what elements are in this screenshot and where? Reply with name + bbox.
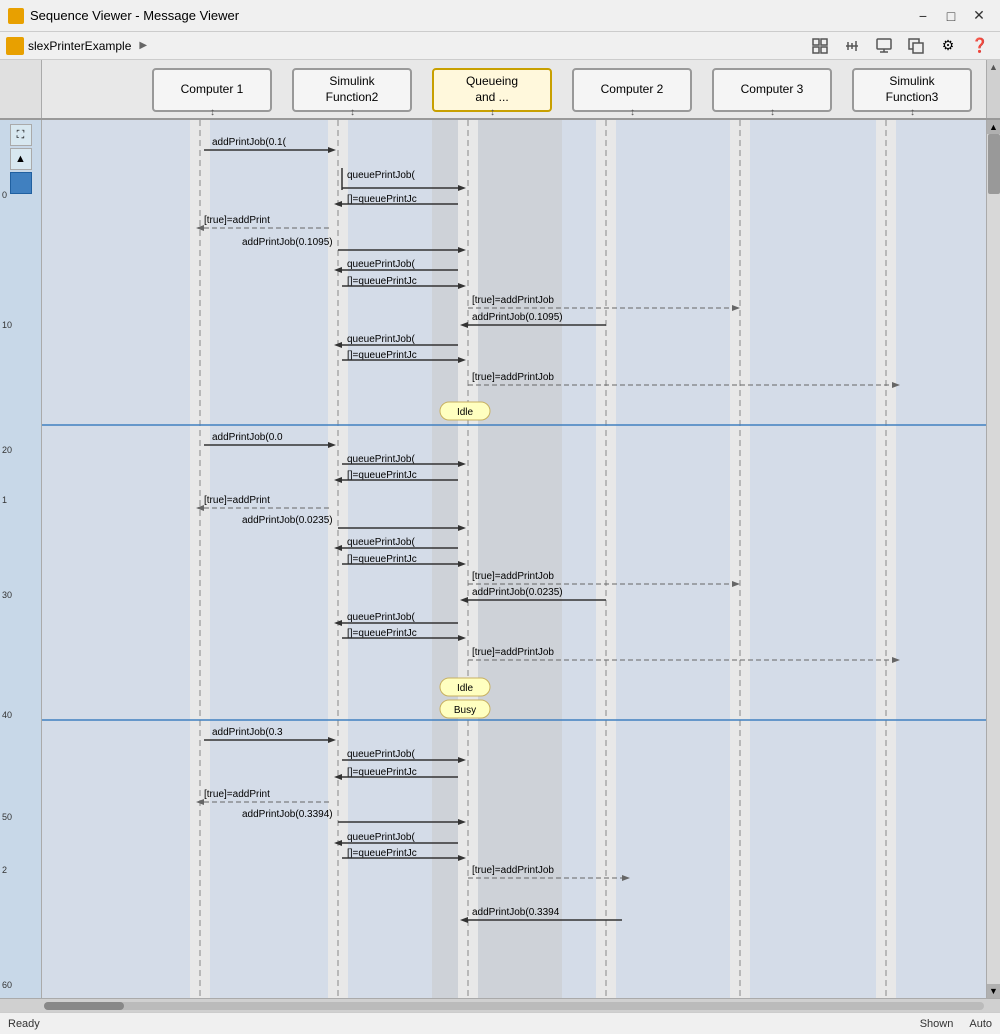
msg-addprintjob7: addPrintJob(0.3 [212, 727, 283, 738]
help-toolbar-btn[interactable]: ❓ [966, 33, 994, 59]
matlab-icon [8, 8, 24, 24]
msg-addprintjob5: addPrintJob(0.0235) [242, 515, 333, 526]
msg-true5: [true]=addPrintJob [472, 571, 554, 582]
lifeline-expand-4[interactable]: ↕ [630, 107, 635, 118]
ruler-tick-40: 40 [2, 710, 12, 720]
msg-addprintjob9: addPrintJob(0.3394 [472, 907, 560, 918]
lifeline-expand-3[interactable]: ↕ [490, 107, 495, 118]
zoom-up-btn[interactable]: ▲ [10, 148, 32, 170]
msg-queue1a: queuePrintJob( [347, 170, 415, 181]
ruler-tick-30: 30 [2, 590, 12, 600]
idle-badge-1: Idle [457, 407, 474, 418]
vscroll-down[interactable]: ▼ [987, 984, 1000, 998]
title-bar: Sequence Viewer - Message Viewer − □ ✕ [0, 0, 1000, 32]
status-shown: Shown [920, 1018, 954, 1030]
ruler-tick-50: 50 [2, 812, 12, 822]
settings-toolbar-btn[interactable]: ⚙ [934, 33, 962, 59]
status-ready: Ready [8, 1018, 40, 1030]
msg-true4: [true]=addPrint [204, 495, 270, 506]
hscroll-corner-right [986, 999, 1000, 1012]
msg-true2: [true]=addPrintJob [472, 295, 554, 306]
hscroll-thumb[interactable] [44, 1002, 124, 1010]
sequence-area: addPrintJob(0.1( queuePrintJob( []=queue… [42, 120, 986, 998]
main-area: ⛶ ▲ 0 10 20 1 30 40 50 2 60 [0, 120, 1000, 998]
ruler-tick-0: 0 [2, 190, 7, 200]
vscroll-thumb[interactable] [988, 134, 1000, 194]
msg-queue2a: queuePrintJob( [347, 259, 415, 270]
vscroll-top: ▲ [986, 60, 1000, 118]
msg-queue3a: queuePrintJob( [347, 334, 415, 345]
lifeline-computer3[interactable]: Computer 3 [712, 68, 832, 112]
vscroll-track[interactable] [987, 134, 1000, 984]
left-ruler: ⛶ ▲ 0 10 20 1 30 40 50 2 60 [0, 120, 42, 998]
msg-addprintjob8: addPrintJob(0.3394) [242, 809, 333, 820]
window-title: Sequence Viewer - Message Viewer [30, 8, 239, 23]
msg-queue6a: queuePrintJob( [347, 612, 415, 623]
msg-queue5a: queuePrintJob( [347, 537, 415, 548]
status-right: Shown Auto [920, 1018, 992, 1030]
msg-addprintjob6: addPrintJob(0.0235) [472, 587, 563, 598]
msg-true3: [true]=addPrintJob [472, 372, 554, 383]
menu-bar: slexPrinterExample ▶ ⚙ ❓ [0, 32, 1000, 60]
msg-addprintjob4: addPrintJob(0.0 [212, 432, 283, 443]
h-scrollbar-container [0, 998, 1000, 1012]
msg-queue8a: queuePrintJob( [347, 832, 415, 843]
ruler-tick-20: 20 [2, 445, 12, 455]
model-name[interactable]: slexPrinterExample [28, 39, 131, 53]
ruler-header [0, 60, 42, 118]
lifeline-queueing[interactable]: Queueingand ... [432, 68, 552, 112]
sequence-diagram-svg: addPrintJob(0.1( queuePrintJob( []=queue… [42, 120, 986, 998]
lifeline-expand-6[interactable]: ↕ [910, 107, 915, 118]
lifelines-container: Computer 1 SimulinkFunction2 Queueingand… [42, 60, 986, 118]
idle-badge-2: Idle [457, 683, 474, 694]
h-scrollbar[interactable] [42, 999, 986, 1012]
busy-badge: Busy [454, 705, 476, 716]
close-button[interactable]: ✕ [966, 3, 992, 29]
msg-true8: [true]=addPrintJob [472, 865, 554, 876]
cursor-toolbar-btn[interactable] [870, 33, 898, 59]
export-toolbar-btn[interactable] [902, 33, 930, 59]
msg-addprintjob3: addPrintJob(0.1095) [472, 312, 563, 323]
model-arrow: ▶ [139, 40, 147, 51]
simulink-model-icon [6, 37, 24, 55]
ruler-controls: ⛶ ▲ [0, 120, 41, 198]
msg-true7: [true]=addPrint [204, 789, 270, 800]
status-auto: Auto [969, 1018, 992, 1030]
lifeline-computer1[interactable]: Computer 1 [152, 68, 272, 112]
msg-true1: [true]=addPrint [204, 215, 270, 226]
minimize-button[interactable]: − [910, 3, 936, 29]
vscroll-up[interactable]: ▲ [987, 120, 1000, 134]
grid-toolbar-btn[interactable] [806, 33, 834, 59]
msg-queue7a: queuePrintJob( [347, 749, 415, 760]
ruler-tick-10: 10 [2, 320, 12, 330]
maximize-button[interactable]: □ [938, 3, 964, 29]
ruler-tick-60: 60 [2, 980, 12, 990]
lifeline-computer2[interactable]: Computer 2 [572, 68, 692, 112]
status-bar: Ready Shown Auto [0, 1012, 1000, 1034]
hscroll-track[interactable] [44, 1002, 984, 1010]
hscroll-corner-left [0, 999, 42, 1012]
msg-addprintjob1: addPrintJob(0.1( [212, 137, 287, 148]
lifeline-simulink3[interactable]: SimulinkFunction3 [852, 68, 972, 112]
window-controls: − □ ✕ [910, 3, 992, 29]
lifeline-header: Computer 1 SimulinkFunction2 Queueingand… [0, 60, 1000, 120]
timeline-toolbar-btn[interactable] [838, 33, 866, 59]
ruler-tick-2: 2 [2, 865, 7, 875]
title-bar-left: Sequence Viewer - Message Viewer [8, 8, 239, 24]
msg-true6: [true]=addPrintJob [472, 647, 554, 658]
ruler-highlight [10, 172, 32, 194]
ruler-tick-1: 1 [2, 495, 7, 505]
vertical-scrollbar[interactable]: ▲ ▼ [986, 120, 1000, 998]
lifeline-expand-1[interactable]: ↕ [210, 107, 215, 118]
msg-addprintjob2: addPrintJob(0.1095) [242, 237, 333, 248]
lifeline-expand-5[interactable]: ↕ [770, 107, 775, 118]
lifeline-simulink2[interactable]: SimulinkFunction2 [292, 68, 412, 112]
vscroll-up-btn[interactable]: ▲ [987, 60, 1000, 72]
zoom-fit-btn[interactable]: ⛶ [10, 124, 32, 146]
lifeline-expand-2[interactable]: ↕ [350, 107, 355, 118]
